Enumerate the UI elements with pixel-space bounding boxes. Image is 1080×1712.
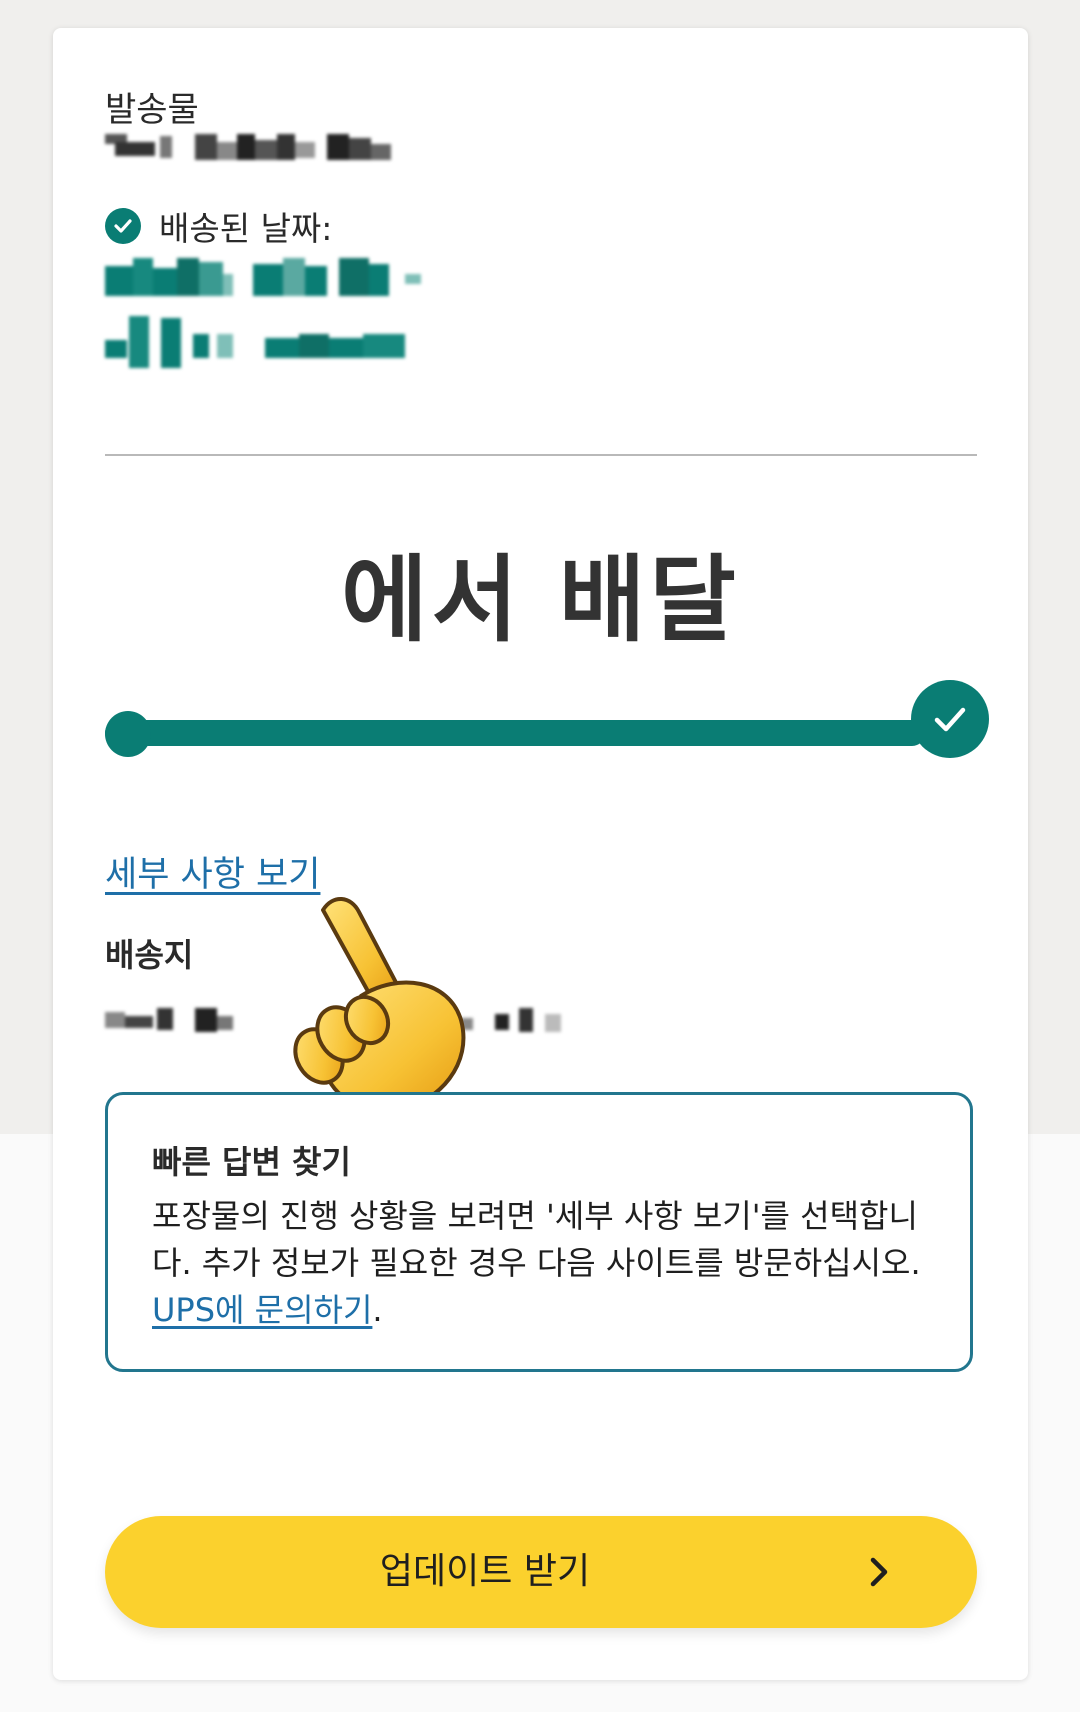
- delivered-date-redacted: [105, 258, 421, 368]
- get-updates-button[interactable]: 업데이트 받기: [105, 1516, 977, 1628]
- tracking-card: 발송물 배송된 날짜: 에서 배달 세부 사항 보기 배송지 빠른 답변 찾기 …: [53, 28, 1028, 1680]
- quick-answers-box: 빠른 답변 찾기 포장물의 진행 상황을 보려면 '세부 사항 보기'를 선택합…: [105, 1092, 973, 1372]
- quick-answers-suffix: .: [372, 1291, 383, 1329]
- quick-answers-body: 포장물의 진행 상황을 보려면 '세부 사항 보기'를 선택합니다. 추가 정보…: [152, 1197, 921, 1282]
- divider: [105, 454, 977, 456]
- contact-ups-link[interactable]: UPS에 문의하기: [152, 1291, 372, 1329]
- delivered-row: 배송된 날짜:: [105, 202, 332, 250]
- quick-answers-text: 포장물의 진행 상황을 보려면 '세부 사항 보기'를 선택합니다. 추가 정보…: [152, 1193, 932, 1334]
- shipment-number-redacted: [105, 134, 391, 160]
- delivered-date-label: 배송된 날짜:: [159, 209, 333, 248]
- delivery-status-title: 에서 배달: [341, 546, 740, 655]
- check-circle-icon: [105, 208, 141, 244]
- progress-start-dot: [105, 711, 151, 757]
- quick-answers-title: 빠른 답변 찾기: [152, 1143, 351, 1181]
- progress-complete-marker: [911, 680, 989, 758]
- shipment-label: 발송물: [105, 90, 199, 130]
- get-updates-label: 업데이트 받기: [379, 1551, 591, 1592]
- ship-to-label: 배송지: [105, 936, 194, 974]
- chevron-right-icon: [870, 1557, 888, 1587]
- progress-bar: [105, 720, 925, 746]
- check-icon: [934, 707, 966, 732]
